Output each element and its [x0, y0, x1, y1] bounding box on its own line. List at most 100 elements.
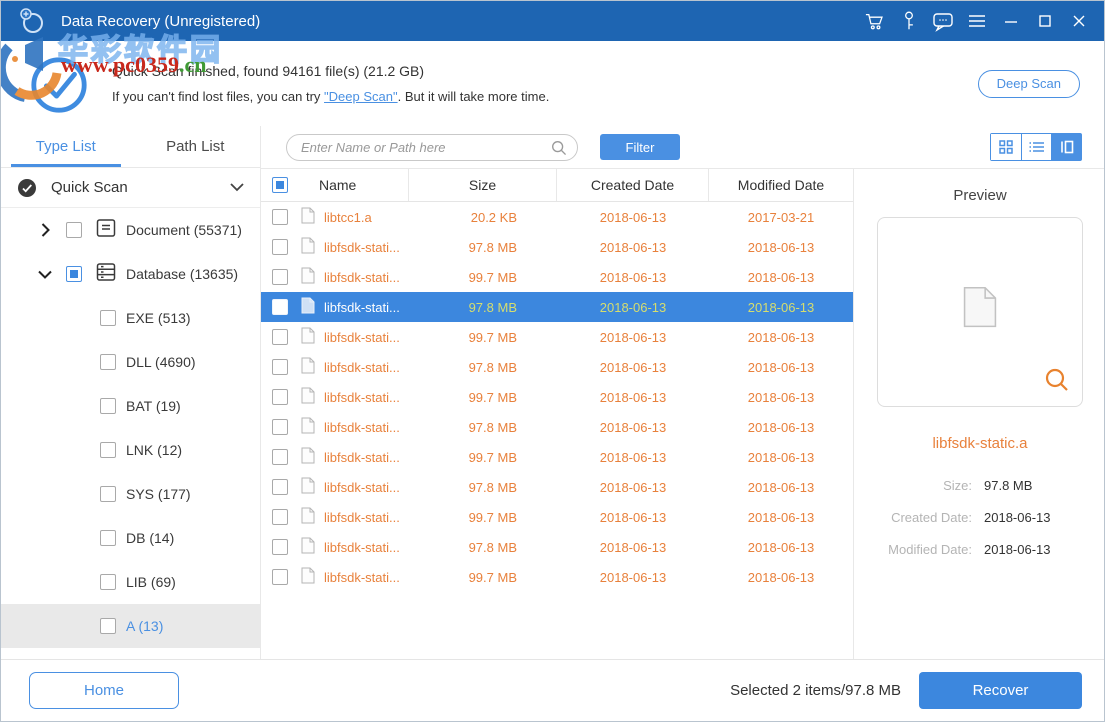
search-icon[interactable] [550, 139, 568, 162]
row-checkbox[interactable] [272, 239, 288, 255]
row-checkbox[interactable] [272, 329, 288, 345]
file-created-date: 2018-06-13 [557, 360, 709, 375]
file-created-date: 2018-06-13 [557, 330, 709, 345]
file-name: libfsdk-stati... [324, 420, 400, 435]
tree-item-database[interactable]: Database (13635) [1, 252, 260, 296]
subtype-checkbox[interactable] [100, 486, 116, 502]
row-checkbox[interactable] [272, 299, 288, 315]
detail-view-button[interactable] [1051, 134, 1081, 160]
tab-type-list[interactable]: Type List [1, 126, 131, 167]
zoom-preview-icon[interactable] [1044, 367, 1070, 398]
subtype-checkbox[interactable] [100, 618, 116, 634]
table-row[interactable]: libfsdk-stati... 97.8 MB 2018-06-13 2018… [261, 532, 853, 562]
maximize-button[interactable] [1028, 1, 1062, 41]
hint-prefix: If you can't find lost files, you can tr… [112, 89, 324, 104]
row-checkbox[interactable] [272, 419, 288, 435]
file-created-date: 2018-06-13 [557, 420, 709, 435]
row-checkbox[interactable] [272, 389, 288, 405]
file-name: libfsdk-stati... [324, 390, 400, 405]
file-created-date: 2018-06-13 [557, 540, 709, 555]
footer: Home Selected 2 items/97.8 MB Recover [1, 659, 1104, 721]
subtype-checkbox[interactable] [100, 354, 116, 370]
row-checkbox[interactable] [272, 449, 288, 465]
table-row[interactable]: libfsdk-stati... 99.7 MB 2018-06-13 2018… [261, 562, 853, 592]
file-type-tree: Document (55371) Database (13635) [1, 208, 260, 648]
tab-path-list[interactable]: Path List [131, 126, 261, 167]
menu-icon[interactable] [960, 1, 994, 41]
chevron-down-icon[interactable] [230, 179, 244, 197]
table-row[interactable]: libfsdk-stati... 97.8 MB 2018-06-13 2018… [261, 232, 853, 262]
tree-subtype-item[interactable]: BAT (19) [1, 384, 260, 428]
table-row[interactable]: libfsdk-stati... 97.8 MB 2018-06-13 2018… [261, 472, 853, 502]
table-row[interactable]: libfsdk-stati... 97.8 MB 2018-06-13 2018… [261, 412, 853, 442]
tree-subtype-item[interactable]: SYS (177) [1, 472, 260, 516]
file-modified-date: 2018-06-13 [709, 300, 853, 315]
feedback-icon[interactable] [926, 1, 960, 41]
database-icon [95, 261, 117, 288]
row-checkbox[interactable] [272, 269, 288, 285]
table-row[interactable]: libtcc1.a 20.2 KB 2018-06-13 2017-03-21 [261, 202, 853, 232]
file-size: 97.8 MB [409, 480, 557, 495]
table-row[interactable]: libfsdk-stati... 97.8 MB 2018-06-13 2018… [261, 292, 853, 322]
tab-path-list-label: Path List [166, 138, 224, 155]
filter-button[interactable]: Filter [600, 134, 680, 160]
table-row[interactable]: libfsdk-stati... 99.7 MB 2018-06-13 2018… [261, 262, 853, 292]
key-icon[interactable] [892, 1, 926, 41]
tree-item-label: Database (13635) [126, 266, 238, 282]
table-row[interactable]: libfsdk-stati... 99.7 MB 2018-06-13 2018… [261, 382, 853, 412]
row-checkbox[interactable] [272, 539, 288, 555]
database-checkbox[interactable] [66, 266, 82, 282]
home-button[interactable]: Home [29, 672, 179, 709]
chevron-right-icon[interactable] [37, 222, 53, 238]
chevron-down-icon[interactable] [37, 266, 53, 282]
file-size: 99.7 MB [409, 330, 557, 345]
column-header-modified[interactable]: Modified Date [709, 177, 853, 193]
scan-selector[interactable]: Quick Scan [1, 168, 260, 208]
column-header-size[interactable]: Size [409, 169, 557, 201]
file-modified-date: 2018-06-13 [709, 240, 853, 255]
file-icon [301, 267, 315, 287]
select-all-checkbox[interactable] [272, 177, 288, 193]
file-modified-date: 2018-06-13 [709, 270, 853, 285]
file-icon [301, 507, 315, 527]
tree-subtype-item[interactable]: A (13) [1, 604, 260, 648]
grid-view-button[interactable] [991, 134, 1021, 160]
document-checkbox[interactable] [66, 222, 82, 238]
table-row[interactable]: libfsdk-stati... 99.7 MB 2018-06-13 2018… [261, 322, 853, 352]
recover-button[interactable]: Recover [919, 672, 1082, 709]
subtype-checkbox[interactable] [100, 442, 116, 458]
table-row[interactable]: libfsdk-stati... 97.8 MB 2018-06-13 2018… [261, 352, 853, 382]
deep-scan-button[interactable]: Deep Scan [978, 70, 1080, 98]
deep-scan-link[interactable]: "Deep Scan" [324, 89, 398, 104]
tree-subtype-item[interactable]: DB (14) [1, 516, 260, 560]
column-header-name[interactable]: Name [299, 169, 409, 201]
column-header-created[interactable]: Created Date [557, 169, 709, 201]
file-modified-date: 2018-06-13 [709, 540, 853, 555]
row-checkbox[interactable] [272, 479, 288, 495]
file-created-date: 2018-06-13 [557, 390, 709, 405]
file-name: libfsdk-stati... [324, 360, 400, 375]
row-checkbox[interactable] [272, 209, 288, 225]
cart-icon[interactable] [858, 1, 892, 41]
file-created-date: 2018-06-13 [557, 570, 709, 585]
row-checkbox[interactable] [272, 569, 288, 585]
subtype-checkbox[interactable] [100, 398, 116, 414]
tree-subtype-item[interactable]: DLL (4690) [1, 340, 260, 384]
tree-subtype-item[interactable]: EXE (513) [1, 296, 260, 340]
subtype-checkbox[interactable] [100, 574, 116, 590]
search-input[interactable] [286, 134, 578, 161]
table-row[interactable]: libfsdk-stati... 99.7 MB 2018-06-13 2018… [261, 502, 853, 532]
table-row[interactable]: libfsdk-stati... 99.7 MB 2018-06-13 2018… [261, 442, 853, 472]
close-button[interactable] [1062, 1, 1096, 41]
row-checkbox[interactable] [272, 509, 288, 525]
subtype-checkbox[interactable] [100, 310, 116, 326]
minimize-button[interactable] [994, 1, 1028, 41]
tab-type-list-label: Type List [36, 138, 96, 155]
tree-subtype-item[interactable]: LIB (69) [1, 560, 260, 604]
list-view-button[interactable] [1021, 134, 1051, 160]
tree-subtype-item[interactable]: LNK (12) [1, 428, 260, 472]
subtype-checkbox[interactable] [100, 530, 116, 546]
tree-item-document[interactable]: Document (55371) [1, 208, 260, 252]
file-icon [301, 417, 315, 437]
row-checkbox[interactable] [272, 359, 288, 375]
